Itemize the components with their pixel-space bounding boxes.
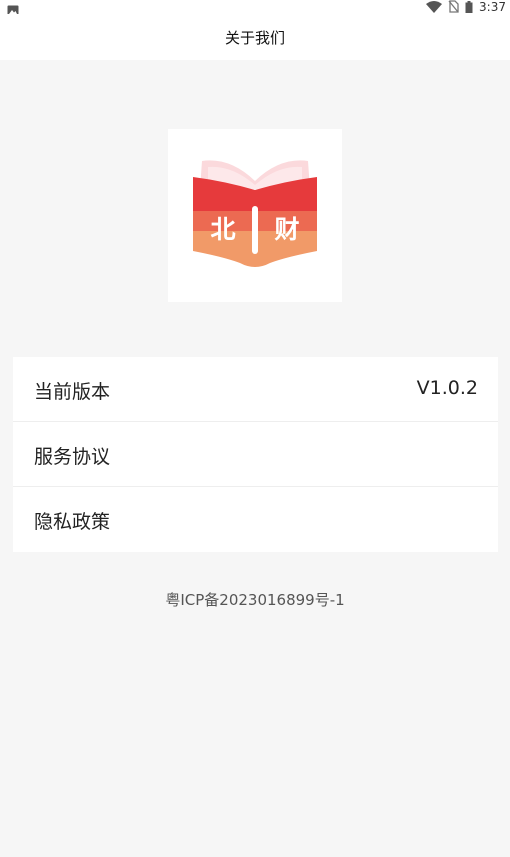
service-agreement-row[interactable]: 服务协议 [13,422,498,487]
app-logo: 北 财 [193,160,317,267]
status-time: 3:37 [479,0,506,14]
service-agreement-label: 服务协议 [34,446,111,468]
version-row[interactable]: 当前版本 V1.0.2 [13,357,498,422]
version-label: 当前版本 [34,381,111,403]
settings-list: 当前版本 V1.0.2 服务协议 隐私政策 [13,357,498,552]
status-icons: 3:37 [426,0,506,14]
privacy-policy-label: 隐私政策 [34,511,111,533]
page-title: 关于我们 [224,29,285,47]
status-bar: 3:37 [0,0,510,16]
app-logo-card: 北 财 [168,129,342,302]
logo-char-left: 北 [210,215,235,244]
logo-char-right: 财 [274,215,299,244]
version-value: V1.0.2 [416,377,478,399]
icp-record[interactable]: 粤ICP备2023016899号-1 [0,589,510,610]
privacy-policy-row[interactable]: 隐私政策 [13,487,498,552]
app-bar: 关于我们 [0,14,510,60]
